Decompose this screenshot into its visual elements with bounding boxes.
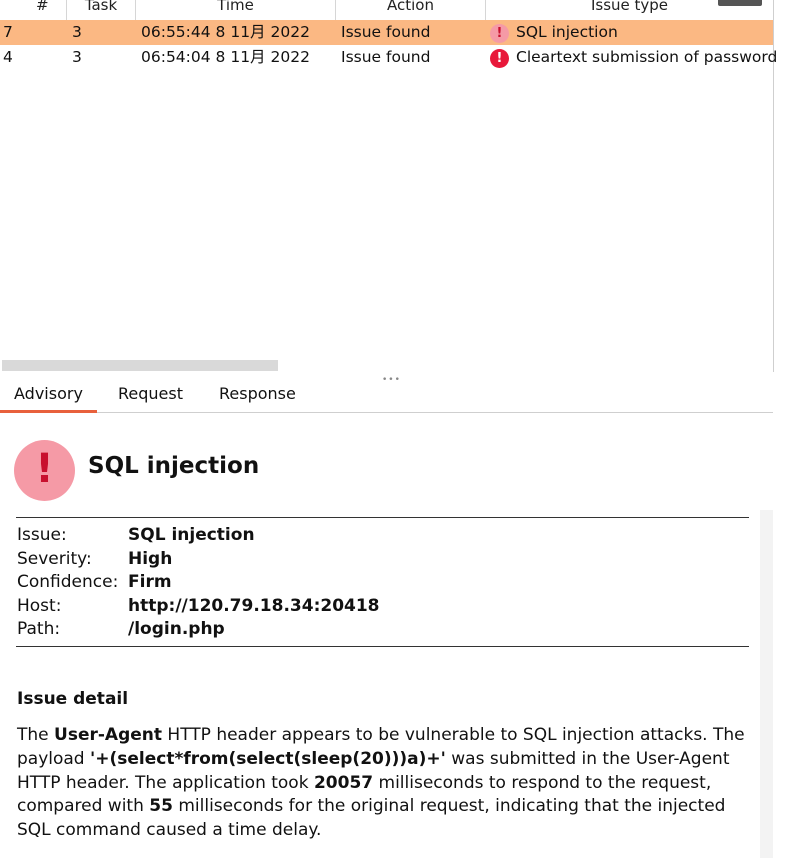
- col-header-task[interactable]: Task: [67, 0, 136, 20]
- issue-detail-heading: Issue detail: [17, 689, 129, 709]
- vertical-scrollbar[interactable]: [760, 510, 773, 858]
- detail-header-name: User-Agent: [54, 725, 163, 745]
- detail-tabs: Advisory Request Response: [0, 379, 773, 413]
- row-task: 3: [72, 23, 82, 41]
- confidence-value: Firm: [128, 572, 172, 592]
- detail-response-time: 20057: [313, 772, 374, 793]
- row-time: 06:54:04 8 11月 2022: [141, 48, 310, 66]
- col-time-label: Time: [217, 0, 254, 14]
- horizontal-scrollbar[interactable]: [2, 360, 278, 371]
- issue-detail-text: The User-Agent HTTP header appears to be…: [17, 724, 747, 843]
- col-header-number[interactable]: # ∨: [0, 0, 67, 20]
- path-label: Path:: [17, 619, 61, 639]
- severity-value: High: [128, 548, 173, 569]
- row-time: 06:55:44 8 11月 2022: [141, 23, 310, 41]
- table-header: # ∨ Task Time Action Issue type: [0, 0, 773, 20]
- row-issue-type: Cleartext submission of password: [516, 48, 778, 66]
- col-header-action[interactable]: Action: [336, 0, 486, 20]
- advisory-panel: ! SQL injection Issue: SQL injection Sev…: [0, 413, 773, 858]
- detail-payload: '+(select*from(select(sleep(20)))a)+': [90, 748, 446, 769]
- table-row[interactable]: 7 3 06:55:44 8 11月 2022 Issue found ! SQ…: [0, 20, 773, 45]
- tab-request[interactable]: Request: [104, 379, 197, 412]
- issue-value: SQL injection: [128, 525, 255, 545]
- confidence-label: Confidence:: [17, 572, 119, 592]
- col-number-label: #: [36, 0, 49, 14]
- tab-response[interactable]: Response: [205, 379, 310, 412]
- col-task-label: Task: [84, 0, 118, 14]
- severity-high-selected-icon: !: [490, 24, 509, 43]
- col-header-time[interactable]: Time: [136, 0, 336, 20]
- sort-chevron-icon: ∨: [53, 0, 66, 13]
- issue-label: Issue:: [17, 525, 67, 545]
- row-number: 4: [3, 48, 13, 66]
- host-value: http://120.79.18.34:20418: [128, 595, 380, 616]
- severity-high-icon: !: [490, 49, 509, 68]
- severity-high-large-icon: !: [14, 440, 75, 501]
- tab-advisory[interactable]: Advisory: [0, 379, 97, 413]
- advisory-title: SQL injection: [88, 453, 260, 479]
- path-value: /login.php: [128, 619, 225, 639]
- row-action: Issue found: [341, 48, 431, 66]
- severity-label: Severity:: [17, 548, 92, 569]
- divider: [16, 646, 749, 647]
- table-row[interactable]: 4 3 06:54:04 8 11月 2022 Issue found ! Cl…: [0, 45, 777, 70]
- row-task: 3: [72, 48, 82, 66]
- host-label: Host:: [17, 595, 62, 616]
- issue-activity-table: # ∨ Task Time Action Issue type 7 3 06:5…: [0, 0, 777, 372]
- detail-original-time: 55: [149, 796, 173, 817]
- row-number: 7: [3, 23, 13, 41]
- detail-text-part: The: [17, 725, 55, 745]
- row-issue-type: SQL injection: [516, 23, 618, 41]
- window-control[interactable]: [718, 0, 762, 6]
- col-action-label: Action: [387, 0, 434, 14]
- divider: [16, 517, 749, 518]
- row-action: Issue found: [341, 23, 431, 41]
